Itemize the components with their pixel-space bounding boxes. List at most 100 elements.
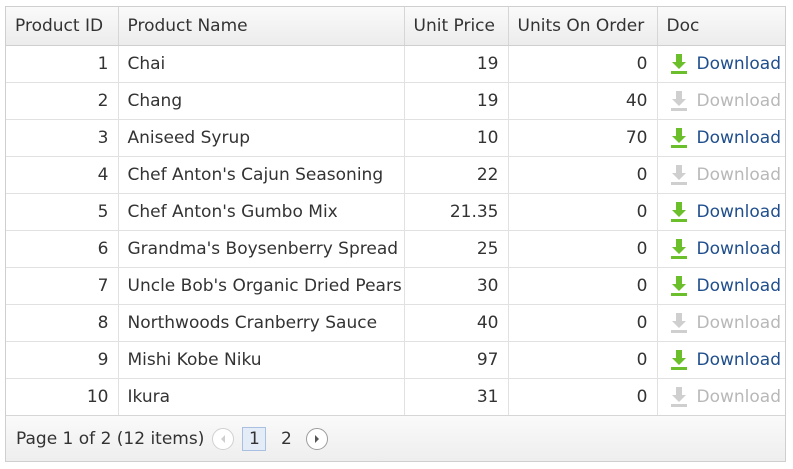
chevron-right-icon [315, 434, 320, 443]
next-page-button[interactable] [306, 427, 329, 450]
product-id-cell: 7 [6, 267, 119, 305]
table-row[interactable]: 9 Mishi Kobe Niku 97 0 Download [6, 341, 785, 379]
unit-price-cell: 25 [404, 230, 509, 268]
doc-cell: Download [657, 267, 785, 305]
page-1-button[interactable]: 1 [242, 426, 267, 451]
product-name-cell: Uncle Bob's Organic Dried Pears [118, 267, 405, 305]
unit-price-cell: 19 [404, 45, 509, 83]
table-row[interactable]: 8 Northwoods Cranberry Sauce 40 0 Download [6, 304, 785, 342]
units-on-order-cell: 0 [508, 267, 658, 305]
doc-cell: Download [657, 230, 785, 268]
unit-price-cell: 30 [404, 267, 509, 305]
unit-price-cell: 31 [404, 378, 509, 416]
download-label: Download [696, 276, 782, 296]
prev-page-button[interactable] [212, 427, 235, 450]
product-name-cell: Chef Anton's Cajun Seasoning [118, 156, 405, 194]
download-icon [670, 350, 687, 370]
unit-price-cell: 97 [404, 341, 509, 379]
download-icon [670, 91, 687, 111]
download-link: Download [667, 312, 781, 334]
download-link: Download [667, 90, 781, 112]
column-header-unit-price[interactable]: Unit Price [404, 7, 509, 46]
product-id-cell: 1 [6, 45, 119, 83]
download-link[interactable]: Download [667, 201, 781, 223]
product-name-cell: Grandma's Boysenberry Spread [118, 230, 405, 268]
product-name-cell: Mishi Kobe Niku [118, 341, 405, 379]
download-link[interactable]: Download [667, 127, 781, 149]
units-on-order-cell: 0 [508, 230, 658, 268]
products-grid: Product ID Product Name Unit Price Units… [5, 6, 786, 462]
download-label: Download [696, 239, 782, 259]
doc-cell: Download [657, 82, 785, 120]
table-row[interactable]: 2 Chang 19 40 Download [6, 82, 785, 120]
download-link[interactable]: Download [667, 238, 781, 260]
doc-cell: Download [657, 193, 785, 231]
pager: Page 1 of 2 (12 items) 1 2 [6, 415, 785, 461]
download-icon [670, 239, 687, 259]
product-name-cell: Ikura [118, 378, 405, 416]
unit-price-cell: 19 [404, 82, 509, 120]
table-row[interactable]: 6 Grandma's Boysenberry Spread 25 0 Download [6, 230, 785, 268]
product-name-cell: Chef Anton's Gumbo Mix [118, 193, 405, 231]
table-row[interactable]: 1 Chai 19 0 Download [6, 45, 785, 83]
page-2-button[interactable]: 2 [274, 427, 298, 451]
download-label: Download [696, 128, 782, 148]
units-on-order-cell: 0 [508, 45, 658, 83]
product-id-cell: 3 [6, 119, 119, 157]
units-on-order-cell: 40 [508, 82, 658, 120]
download-icon [670, 165, 687, 185]
table-row[interactable]: 10 Ikura 31 0 Download [6, 378, 785, 416]
product-id-cell: 6 [6, 230, 119, 268]
doc-cell: Download [657, 304, 785, 342]
download-label: Download [696, 350, 782, 370]
download-label: Download [696, 91, 782, 111]
download-label: Download [696, 313, 782, 333]
download-label: Download [696, 165, 782, 185]
header-row: Product ID Product Name Unit Price Units… [6, 7, 785, 46]
unit-price-cell: 40 [404, 304, 509, 342]
download-icon [670, 202, 687, 222]
product-id-cell: 9 [6, 341, 119, 379]
doc-cell: Download [657, 119, 785, 157]
products-table: Product ID Product Name Unit Price Units… [6, 7, 785, 416]
product-name-cell: Chai [118, 45, 405, 83]
table-row[interactable]: 4 Chef Anton's Cajun Seasoning 22 0 Download [6, 156, 785, 194]
product-name-cell: Northwoods Cranberry Sauce [118, 304, 405, 342]
product-id-cell: 4 [6, 156, 119, 194]
download-link: Download [667, 386, 781, 408]
table-body: 1 Chai 19 0 Download 2 Chang 19 40 Download 3 Anise… [6, 45, 785, 416]
download-icon [670, 54, 687, 74]
download-link[interactable]: Download [667, 349, 781, 371]
product-id-cell: 8 [6, 304, 119, 342]
table-row[interactable]: 3 Aniseed Syrup 10 70 Download [6, 119, 785, 157]
product-name-cell: Aniseed Syrup [118, 119, 405, 157]
download-icon [670, 128, 687, 148]
column-header-product-id[interactable]: Product ID [6, 7, 119, 46]
download-icon [670, 387, 687, 407]
download-link: Download [667, 164, 781, 186]
product-id-cell: 10 [6, 378, 119, 416]
column-header-product-name[interactable]: Product Name [118, 7, 405, 46]
chevron-left-icon [221, 434, 226, 443]
product-name-cell: Chang [118, 82, 405, 120]
download-label: Download [696, 202, 782, 222]
units-on-order-cell: 0 [508, 193, 658, 231]
doc-cell: Download [657, 156, 785, 194]
unit-price-cell: 21.35 [404, 193, 509, 231]
unit-price-cell: 22 [404, 156, 509, 194]
table-row[interactable]: 5 Chef Anton's Gumbo Mix 21.35 0 Download [6, 193, 785, 231]
download-icon [670, 276, 687, 296]
units-on-order-cell: 70 [508, 119, 658, 157]
units-on-order-cell: 0 [508, 156, 658, 194]
column-header-doc[interactable]: Doc [657, 7, 785, 46]
units-on-order-cell: 0 [508, 341, 658, 379]
doc-cell: Download [657, 341, 785, 379]
table-row[interactable]: 7 Uncle Bob's Organic Dried Pears 30 0 Downl… [6, 267, 785, 305]
doc-cell: Download [657, 45, 785, 83]
download-link[interactable]: Download [667, 275, 781, 297]
units-on-order-cell: 0 [508, 378, 658, 416]
download-icon [670, 313, 687, 333]
column-header-units-on-order[interactable]: Units On Order [508, 7, 658, 46]
download-label: Download [696, 387, 782, 407]
download-link[interactable]: Download [667, 53, 781, 75]
